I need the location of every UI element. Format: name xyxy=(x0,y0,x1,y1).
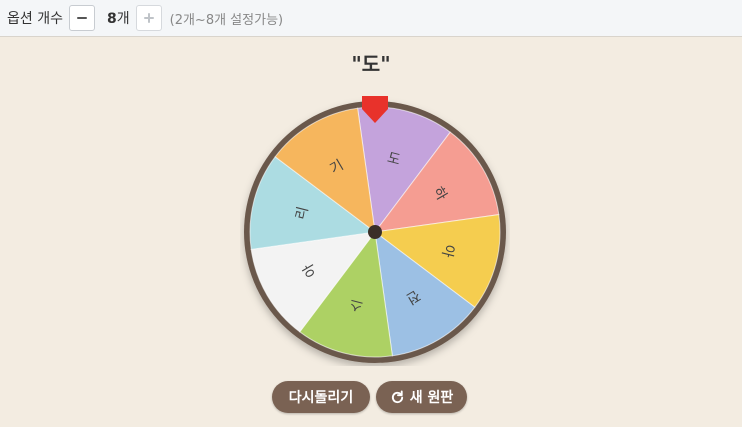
spin-again-button[interactable]: 다시돌리기 xyxy=(272,381,370,413)
wheel-svg[interactable]: 도하아전스아리기 xyxy=(240,93,510,366)
option-count-label: 옵션 개수 xyxy=(7,11,63,27)
options-bar: 옵션 개수 8개 (2개~8개 설정가능) xyxy=(0,0,742,37)
new-wheel-button[interactable]: 새 원판 xyxy=(376,381,467,413)
minus-icon xyxy=(76,17,87,19)
roulette-wheel[interactable]: 도하아전스아리기 xyxy=(240,93,510,366)
option-count-number: 8 xyxy=(106,11,117,27)
option-count-unit: 개 xyxy=(116,11,130,27)
new-wheel-label: 새 원판 xyxy=(409,390,454,406)
result-text: "도" xyxy=(351,52,391,76)
option-count-value: 8개 xyxy=(107,8,130,28)
refresh-icon xyxy=(391,389,403,403)
increase-button[interactable] xyxy=(135,5,162,31)
wheel-center-pin xyxy=(368,225,382,239)
option-range-hint: (2개~8개 설정가능) xyxy=(169,12,284,28)
decrease-button[interactable] xyxy=(68,5,95,31)
